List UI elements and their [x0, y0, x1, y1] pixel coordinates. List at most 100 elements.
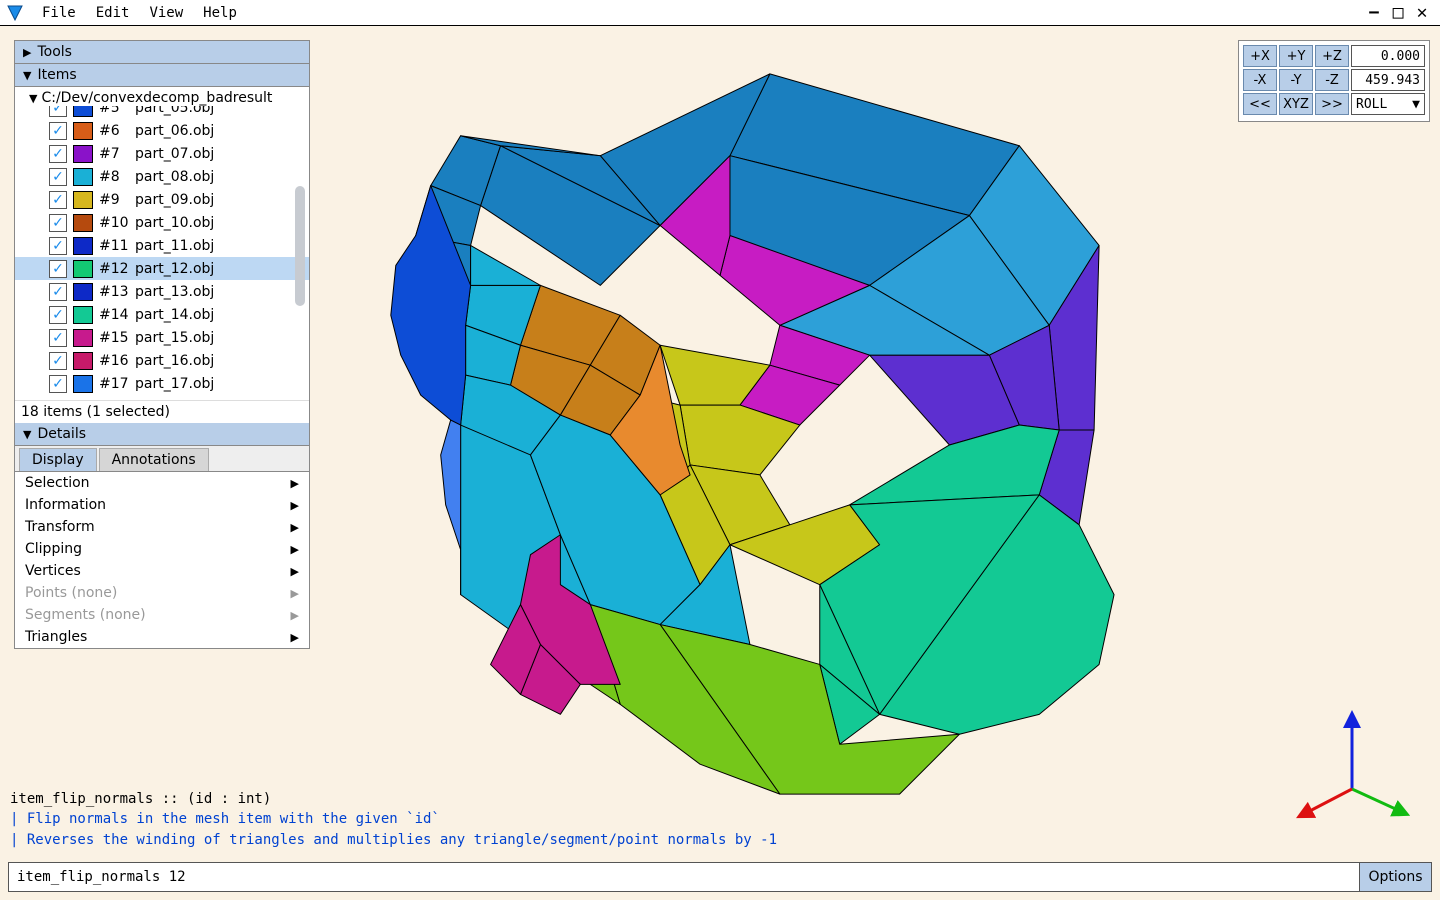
detail-row[interactable]: Transform▶	[15, 516, 309, 538]
list-item[interactable]: ✓#9part_09.obj	[15, 188, 309, 211]
list-item[interactable]: ✓#10part_10.obj	[15, 211, 309, 234]
detail-row: Segments (none)▶	[15, 604, 309, 626]
console-output: item_flip_normals :: (id : int) | Flip n…	[10, 789, 777, 850]
console-line: | Reverses the winding of triangles and …	[10, 830, 777, 850]
axis-gizmo[interactable]	[1292, 704, 1412, 824]
tab-annotations[interactable]: Annotations	[99, 448, 209, 471]
nav-xyz[interactable]: XYZ	[1279, 93, 1313, 115]
nav-next[interactable]: >>	[1315, 93, 1349, 115]
color-swatch	[73, 122, 93, 140]
checkbox[interactable]: ✓	[49, 260, 67, 278]
scrollbar[interactable]	[295, 186, 305, 306]
color-swatch	[73, 306, 93, 324]
nav-value-1[interactable]: 0.000	[1351, 45, 1425, 67]
section-items[interactable]: ▼ Items	[15, 64, 309, 87]
checkbox[interactable]: ✓	[49, 122, 67, 140]
section-label: Tools	[37, 44, 72, 60]
detail-label: Selection	[25, 475, 90, 491]
nav-prev[interactable]: <<	[1243, 93, 1277, 115]
detail-row[interactable]: Triangles▶	[15, 626, 309, 648]
checkbox[interactable]: ✓	[49, 352, 67, 370]
detail-label: Vertices	[25, 563, 81, 579]
detail-row[interactable]: Selection ▶	[15, 472, 309, 494]
checkbox[interactable]: ✓	[49, 283, 67, 301]
item-filename: part_06.obj	[135, 123, 214, 139]
checkbox[interactable]: ✓	[49, 329, 67, 347]
chevron-down-icon: ▼	[1412, 97, 1420, 112]
item-filename: part_09.obj	[135, 192, 214, 208]
nav-plus-x[interactable]: +X	[1243, 45, 1277, 67]
list-item[interactable]: ✓#14part_14.obj	[15, 303, 309, 326]
item-filename: part_16.obj	[135, 353, 214, 369]
tree-root[interactable]: ▼ C:/Dev/convexdecomp_badresult	[15, 87, 309, 106]
chevron-right-icon: ▶	[291, 521, 299, 534]
color-swatch	[73, 352, 93, 370]
maximize-button[interactable]: □	[1386, 2, 1410, 24]
checkbox[interactable]: ✓	[49, 214, 67, 232]
list-item[interactable]: ✓#16part_16.obj	[15, 349, 309, 372]
list-item[interactable]: ✓ #6 part_06.obj	[15, 119, 309, 142]
command-input[interactable]	[8, 862, 1360, 892]
list-item[interactable]: ✓ #13 part_13.obj	[15, 280, 309, 303]
item-index: #6	[99, 123, 129, 139]
detail-row[interactable]: Information▶	[15, 494, 309, 516]
detail-row[interactable]: Clipping▶	[15, 538, 309, 560]
color-swatch	[73, 283, 93, 301]
checkbox[interactable]: ✓	[49, 375, 67, 393]
menu-file[interactable]: File	[32, 1, 86, 25]
minimize-button[interactable]: −	[1362, 2, 1386, 24]
section-label: Details	[37, 426, 86, 442]
checkbox[interactable]: ✓	[49, 306, 67, 324]
item-filename: part_13.obj	[135, 284, 214, 300]
nav-plus-y[interactable]: +Y	[1279, 45, 1313, 67]
nav-minus-y[interactable]: -Y	[1279, 69, 1313, 91]
nav-minus-x[interactable]: -X	[1243, 69, 1277, 91]
item-index: #13	[99, 284, 129, 300]
list-item[interactable]: ✓#17part_17.obj	[15, 372, 309, 395]
section-details[interactable]: ▼ Details	[15, 423, 309, 446]
section-tools[interactable]: ▶ Tools	[15, 41, 309, 64]
checkbox[interactable]: ✓	[49, 145, 67, 163]
checkbox[interactable]: ✓	[49, 106, 67, 117]
item-index: #15	[99, 330, 129, 346]
options-button[interactable]: Options	[1360, 862, 1432, 892]
item-filename: part_10.obj	[135, 215, 214, 231]
items-status: 18 items (1 selected)	[15, 400, 309, 423]
color-swatch	[73, 191, 93, 209]
color-swatch	[73, 145, 93, 163]
detail-label: Points (none)	[25, 585, 117, 601]
nav-plus-z[interactable]: +Z	[1315, 45, 1349, 67]
list-item[interactable]: ✓#8part_08.obj	[15, 165, 309, 188]
menu-help[interactable]: Help	[193, 1, 247, 25]
collapse-icon: ▶	[23, 46, 31, 59]
menubar: FileEditViewHelp − □ ✕	[0, 0, 1440, 26]
nav-mode-select[interactable]: ROLL ▼	[1351, 93, 1425, 115]
item-filename: part_14.obj	[135, 307, 214, 323]
checkbox[interactable]: ✓	[49, 191, 67, 209]
menu-edit[interactable]: Edit	[86, 1, 140, 25]
item-index: #12	[99, 261, 129, 277]
list-item[interactable]: ✓#7part_07.obj	[15, 142, 309, 165]
expand-icon: ▼	[29, 92, 37, 105]
list-item[interactable]: ✓ #5 part_05.obj	[15, 106, 309, 119]
checkbox[interactable]: ✓	[49, 237, 67, 255]
detail-row[interactable]: Vertices▶	[15, 560, 309, 582]
menu-view[interactable]: View	[139, 1, 193, 25]
tree-root-path: C:/Dev/convexdecomp_badresult	[41, 90, 272, 106]
list-item[interactable]: ✓#11part_11.obj	[15, 234, 309, 257]
color-swatch	[73, 260, 93, 278]
item-list: ✓ #5 part_05.obj ✓ #6 part_06.obj ✓#7part_07.o…	[15, 106, 309, 400]
chevron-right-icon: ▶	[291, 477, 299, 490]
close-button[interactable]: ✕	[1410, 2, 1434, 24]
list-item[interactable]: ✓#15part_15.obj	[15, 326, 309, 349]
list-item[interactable]: ✓#12part_12.obj	[15, 257, 309, 280]
item-filename: part_07.obj	[135, 146, 214, 162]
nav-value-2[interactable]: 459.943	[1351, 69, 1425, 91]
item-filename: part_11.obj	[135, 238, 214, 254]
item-index: #5	[99, 106, 129, 116]
nav-minus-z[interactable]: -Z	[1315, 69, 1349, 91]
tab-display[interactable]: Display	[19, 448, 97, 471]
item-filename: part_05.obj	[135, 106, 214, 116]
chevron-right-icon: ▶	[291, 587, 299, 600]
checkbox[interactable]: ✓	[49, 168, 67, 186]
